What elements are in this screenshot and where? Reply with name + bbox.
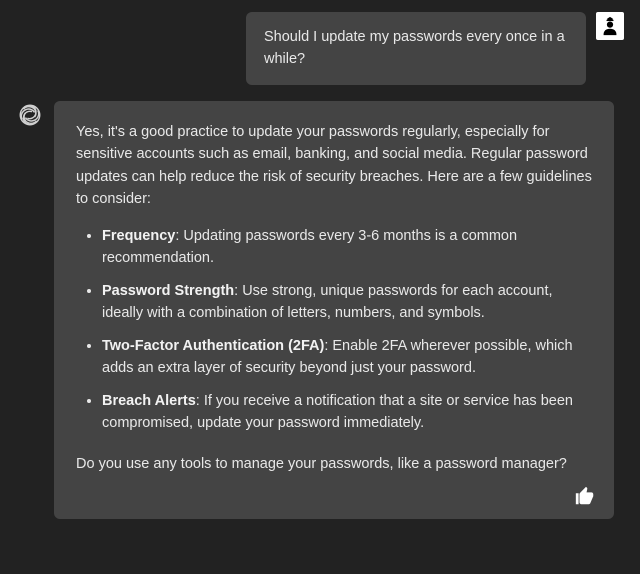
assistant-outro-text: Do you use any tools to manage your pass…	[76, 453, 592, 475]
user-avatar-icon	[596, 12, 624, 40]
list-item-title: Password Strength	[102, 283, 234, 299]
list-item-title: Two-Factor Authentication (2FA)	[102, 338, 324, 354]
chat-container: Should I update my passwords every once …	[0, 0, 640, 531]
user-message-text: Should I update my passwords every once …	[264, 29, 565, 67]
assistant-intro-text: Yes, it's a good practice to update your…	[76, 121, 592, 211]
assistant-avatar-icon	[16, 101, 44, 129]
list-item-title: Frequency	[102, 228, 175, 244]
list-item-title: Breach Alerts	[102, 393, 196, 409]
list-item: Breach Alerts: If you receive a notifica…	[102, 390, 592, 435]
assistant-message-bubble: Yes, it's a good practice to update your…	[54, 101, 614, 519]
list-item: Frequency: Updating passwords every 3-6 …	[102, 225, 592, 270]
assistant-guidelines-list: Frequency: Updating passwords every 3-6 …	[76, 225, 592, 435]
user-message-row: Should I update my passwords every once …	[16, 12, 624, 85]
thumbs-up-icon[interactable]	[574, 485, 596, 507]
assistant-message-row: Yes, it's a good practice to update your…	[16, 101, 624, 519]
list-item: Password Strength: Use strong, unique pa…	[102, 280, 592, 325]
list-item: Two-Factor Authentication (2FA): Enable …	[102, 335, 592, 380]
user-message-bubble: Should I update my passwords every once …	[246, 12, 586, 85]
